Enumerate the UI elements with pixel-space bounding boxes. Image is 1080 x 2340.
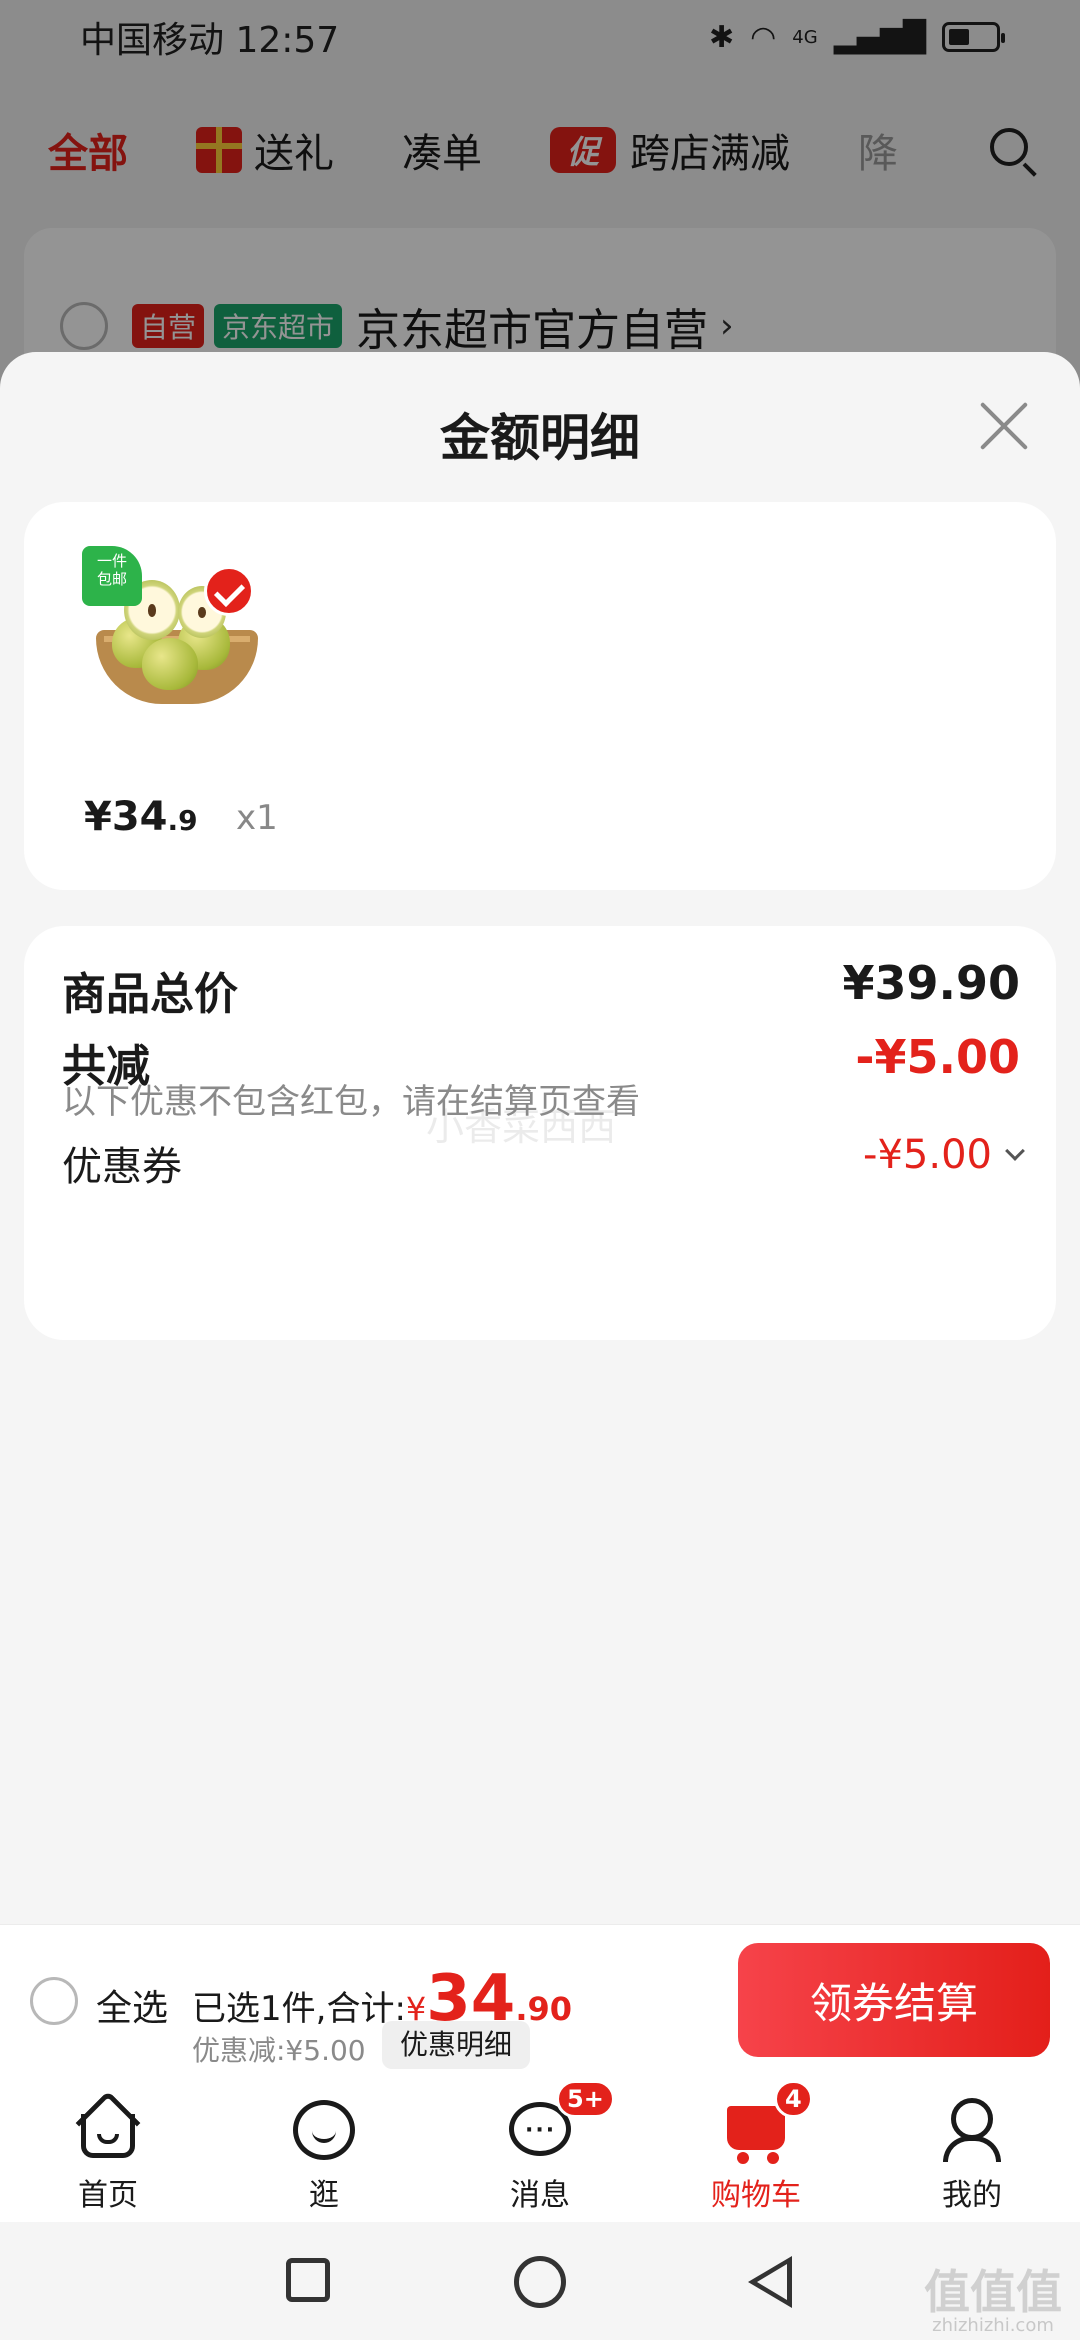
sheet-title: 金额明细	[440, 409, 640, 467]
profile-icon	[939, 2096, 1005, 2162]
coupon-amount: -¥5.00	[863, 1132, 992, 1178]
amount-detail-sheet: 金额明细 一件 包邮 ¥34.9 x1 商品总价 ¥39.90 共减 -¥5.0…	[0, 352, 1080, 1924]
tab-home[interactable]: 首页	[0, 2070, 216, 2222]
tab-bar: 首页 逛 ··· 消息 5+ 购物车 4 我的	[0, 2070, 1080, 2222]
select-all-label[interactable]: 全选	[96, 1979, 168, 2031]
close-icon[interactable]	[976, 398, 1032, 454]
coupon-label: 优惠券	[62, 1144, 182, 1190]
watermark-logo: 值值值	[924, 2265, 1062, 2319]
checkout-button[interactable]: 领券结算	[738, 1943, 1050, 2057]
reduce-note: 以下优惠不包含红包，请在结算页查看	[62, 1082, 640, 1122]
free-shipping-tag: 一件 包邮	[82, 546, 142, 606]
background-page: 中国移动 12:57 ✱ ◠ 4G ▂▄▆█ 全部 送礼 凑单 促 跨店满减 降	[0, 0, 1080, 428]
tab-cart-label: 购物车	[711, 2178, 801, 2213]
recents-icon[interactable]	[286, 2258, 330, 2302]
total-price-label: 商品总价	[62, 969, 238, 1020]
site-watermark: 值值值 zhizhizhi.com	[924, 2268, 1062, 2336]
back-icon[interactable]	[748, 2256, 792, 2308]
total-amount-int: 34	[426, 1962, 516, 2036]
tab-messages-label: 消息	[510, 2178, 570, 2213]
tab-browse[interactable]: 逛	[216, 2070, 432, 2222]
total-price-value: ¥39.90	[842, 956, 1020, 1010]
goods-card: 一件 包邮 ¥34.9 x1	[24, 502, 1056, 890]
checkout-bar: 全选 已选1件,合计: ¥ 34 .90 优惠减:¥5.00 优惠明细 领券结算	[0, 1924, 1080, 2070]
tab-me-label: 我的	[942, 2178, 1002, 2213]
summary-card: 商品总价 ¥39.90 共减 -¥5.00 小香菜西西 以下优惠不包含红包，请在…	[24, 926, 1056, 1340]
goods-quantity: x1	[236, 798, 278, 838]
cart-badge: 4	[774, 2080, 813, 2118]
system-nav-bar: 值值值 zhizhizhi.com	[0, 2222, 1080, 2340]
tab-home-label: 首页	[78, 2178, 138, 2213]
message-badge: 5+	[556, 2080, 615, 2118]
tab-messages[interactable]: ··· 消息 5+	[432, 2070, 648, 2222]
tab-me[interactable]: 我的	[864, 2070, 1080, 2222]
tab-browse-label: 逛	[309, 2178, 339, 2213]
product-image[interactable]: 一件 包邮	[82, 546, 262, 716]
goods-price-int: ¥34	[84, 794, 168, 840]
reduce-value: -¥5.00	[855, 1030, 1020, 1084]
selected-text: 已选1件,合计:	[192, 1989, 406, 2029]
discount-detail-button[interactable]: 优惠明细	[382, 2021, 531, 2069]
watermark-site: zhizhizhi.com	[932, 2315, 1054, 2336]
select-all-radio[interactable]	[30, 1977, 78, 2025]
overlay-dim[interactable]	[0, 0, 1080, 400]
free-tag-line1: 一件	[96, 552, 127, 570]
discount-text: 优惠减:¥5.00	[192, 2034, 366, 2067]
face-icon	[291, 2096, 357, 2162]
checked-icon	[204, 566, 254, 616]
home-nav-icon[interactable]	[514, 2256, 566, 2308]
free-tag-line2: 包邮	[96, 570, 127, 588]
goods-price-dec: .9	[167, 804, 198, 837]
chevron-down-icon	[1005, 1141, 1025, 1161]
goods-price: ¥34.9	[84, 794, 198, 840]
coupon-value[interactable]: -¥5.00	[863, 1132, 1025, 1178]
tab-cart[interactable]: 购物车 4	[648, 2070, 864, 2222]
home-icon	[75, 2090, 141, 2162]
